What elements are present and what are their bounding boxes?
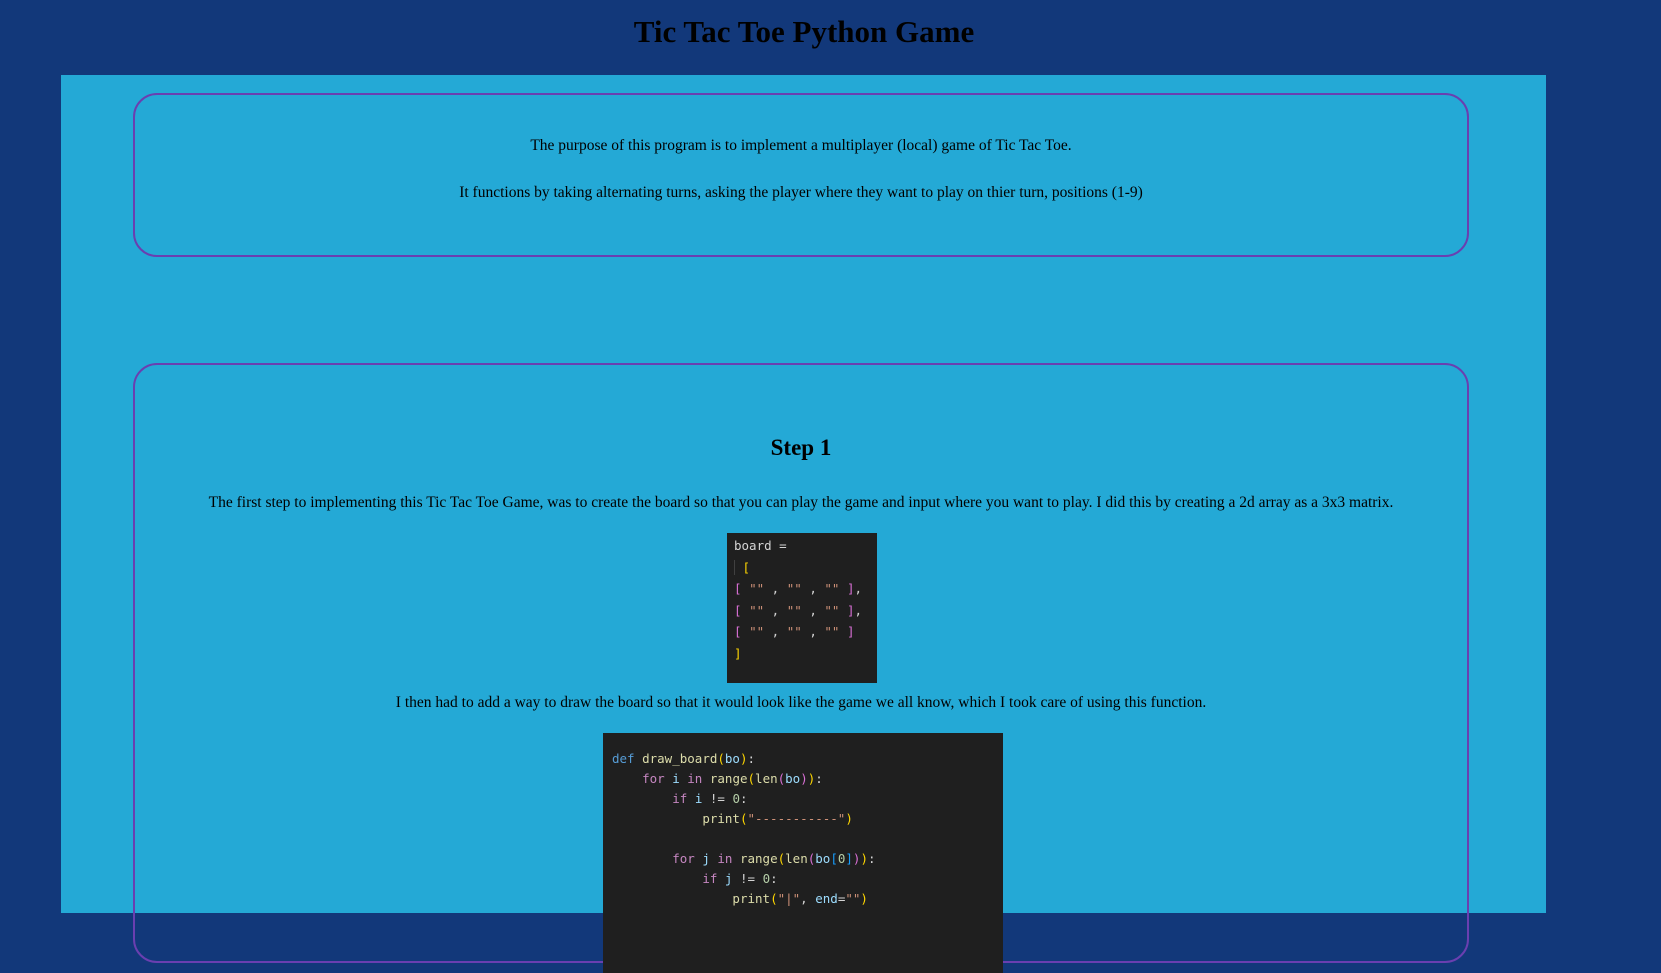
- code-token: "": [786, 602, 802, 618]
- intro-purpose-text: The purpose of this program is to implem…: [530, 137, 1072, 154]
- code-token: print: [732, 891, 771, 906]
- code-line: if i != 0:: [672, 791, 748, 806]
- code-token: ]: [846, 602, 855, 618]
- code-token: "|": [777, 891, 801, 906]
- code-token: draw_board: [642, 751, 718, 766]
- code-token: [: [742, 559, 751, 575]
- code-token: if: [672, 791, 688, 806]
- code-token: [: [734, 624, 742, 639]
- code-token: def: [612, 751, 635, 766]
- code-line: if j != 0:: [702, 871, 778, 886]
- code-token: "": [749, 624, 765, 639]
- code-token: i: [672, 771, 680, 786]
- board-code-image: board = [[ "" , "" , "" ],[ "" , "" , ""…: [727, 533, 877, 683]
- code-token: "": [786, 624, 802, 639]
- step-1-card: Step 1 The first step to implementing th…: [133, 363, 1469, 973]
- code-token: "": [749, 581, 765, 596]
- code-token: bo: [724, 751, 740, 766]
- code-line: board =: [734, 535, 877, 557]
- code-line: for i in range(len(bo)):: [642, 771, 823, 786]
- intro-function-text: It functions by taking alternating turns…: [459, 184, 1143, 201]
- code-line: [: [734, 557, 877, 579]
- code-token: "": [786, 581, 802, 596]
- code-line: ]: [734, 643, 877, 665]
- code-token: !=: [739, 871, 756, 886]
- code-token: for: [642, 771, 665, 786]
- code-token: j: [724, 871, 733, 886]
- code-token: "-----------": [747, 811, 846, 826]
- code-token: len: [785, 851, 808, 866]
- code-token: ]: [734, 645, 742, 661]
- code-line: def draw_board(bo):: [612, 751, 756, 766]
- code-token: "": [824, 581, 840, 596]
- code-token: ,: [771, 602, 780, 618]
- code-line: [ "" , "" , "" ]: [734, 621, 877, 643]
- code-line: print("-----------"): [702, 811, 853, 826]
- step-1-draw-description: I then had to add a way to draw the boar…: [395, 694, 1207, 711]
- code-token: "": [824, 602, 840, 618]
- code-token: ]: [846, 624, 855, 639]
- code-token: range: [739, 851, 778, 866]
- code-token: len: [755, 771, 778, 786]
- code-token: i: [694, 791, 703, 806]
- code-token: in: [687, 771, 703, 786]
- code-line: print("|", end=""): [732, 891, 868, 906]
- page-title: Tic Tac Toe Python Game: [633, 14, 975, 49]
- code-token: !=: [709, 791, 725, 806]
- code-token: board: [734, 538, 772, 553]
- step-1-description: The first step to implementing this Tic …: [208, 494, 1394, 511]
- step-1-title: Step 1: [770, 435, 832, 460]
- code-token: ,: [809, 624, 817, 639]
- code-token: print: [702, 811, 740, 826]
- code-token: ,: [809, 602, 817, 618]
- code-token: bo: [815, 851, 831, 866]
- code-token: [: [734, 581, 742, 596]
- code-token: ,: [854, 581, 863, 596]
- code-token: ]: [846, 581, 855, 596]
- code-token: j: [702, 851, 710, 866]
- code-line: [ "" , "" , "" ],: [734, 578, 877, 600]
- code-token: range: [709, 771, 748, 786]
- code-token: ,: [854, 602, 863, 618]
- code-token: in: [717, 851, 733, 866]
- code-token: ,: [809, 581, 817, 596]
- code-token: end: [815, 891, 838, 906]
- intro-card: The purpose of this program is to implem…: [133, 93, 1469, 257]
- code-token: "": [845, 891, 861, 906]
- code-token: for: [672, 851, 695, 866]
- code-token: if: [702, 871, 718, 886]
- code-token: "": [824, 624, 840, 639]
- code-token: 0: [762, 871, 771, 886]
- draw-board-code-image: def draw_board(bo): for i in range(len(b…: [603, 733, 1003, 973]
- code-line: for j in range(len(bo[0])):: [672, 851, 876, 866]
- code-token: ,: [771, 581, 780, 596]
- code-line: [ "" , "" , "" ],: [734, 600, 877, 622]
- code-token: =: [779, 538, 787, 553]
- code-token: 0: [732, 791, 740, 806]
- code-token: "": [749, 602, 765, 618]
- code-token: [: [734, 602, 742, 618]
- code-token: bo: [785, 771, 801, 786]
- main-content: The purpose of this program is to implem…: [61, 75, 1546, 973]
- code-token: ,: [771, 624, 780, 639]
